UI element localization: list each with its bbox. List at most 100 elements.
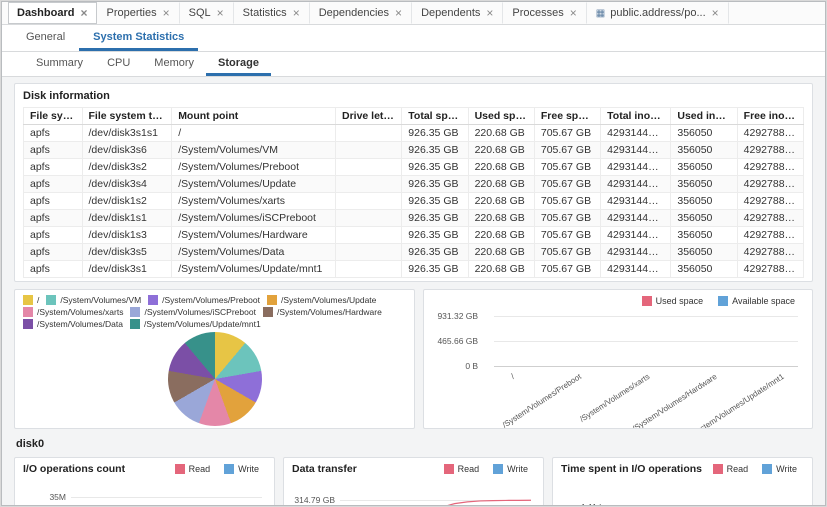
- table-cell: apfs: [24, 193, 83, 210]
- tab-label: SQL: [189, 7, 211, 19]
- table-body: apfs/dev/disk3s1s1/926.35 GB220.68 GB705…: [24, 125, 804, 278]
- chart-panel-i-o-operations-count: I/O operations countReadWrite35M30M: [14, 457, 275, 505]
- table-cell: 705.67 GB: [534, 244, 600, 261]
- legend-label: Read: [458, 464, 480, 474]
- table-cell: [335, 261, 401, 278]
- close-icon[interactable]: ×: [485, 7, 494, 19]
- disk-information-panel: Disk information File systemFile system …: [14, 83, 813, 282]
- sub-tab-summary[interactable]: Summary: [24, 52, 95, 76]
- legend-label: Read: [189, 464, 211, 474]
- table-cell: 705.67 GB: [534, 227, 600, 244]
- table-cell: 926.35 GB: [402, 142, 468, 159]
- tab-label: Processes: [512, 7, 563, 19]
- legend-label: /System/Volumes/iSCPreboot: [144, 307, 256, 317]
- sub-tab-memory[interactable]: Memory: [142, 52, 206, 76]
- table-cell: /dev/disk3s2: [82, 159, 172, 176]
- section-tab-system-statistics[interactable]: System Statistics: [79, 25, 198, 51]
- chart-title: Time spent in I/O operations: [561, 463, 702, 475]
- legend-swatch: [762, 464, 772, 474]
- close-icon[interactable]: ×: [711, 7, 720, 19]
- table-cell: 356050: [671, 227, 737, 244]
- x-axis-label: /System/Volumes/xarts: [578, 372, 651, 424]
- table-cell: 4293144338: [601, 159, 671, 176]
- legend-swatch: [444, 464, 454, 474]
- table-cell: 356050: [671, 176, 737, 193]
- legend-swatch: [713, 464, 723, 474]
- main-tab-dependencies[interactable]: Dependencies ×: [310, 2, 412, 24]
- close-icon[interactable]: ×: [292, 7, 301, 19]
- chart-header: Time spent in I/O operationsReadWrite: [561, 463, 804, 475]
- close-icon[interactable]: ×: [216, 7, 225, 19]
- legend-swatch: [493, 464, 503, 474]
- legend-label: /: [37, 295, 39, 305]
- line-series-canvas: [609, 485, 800, 505]
- chart-title: I/O operations count: [23, 463, 125, 475]
- legend-label: /System/Volumes/Hardware: [277, 307, 382, 317]
- main-tab-processes[interactable]: Processes ×: [503, 2, 586, 24]
- main-tab-properties[interactable]: Properties×: [97, 2, 179, 24]
- table-cell: 4293144338: [601, 193, 671, 210]
- main-tab-sql[interactable]: SQL ×: [180, 2, 234, 24]
- table-row: apfs/dev/disk3s5/System/Volumes/Data926.…: [24, 244, 804, 261]
- stacked-bar-chart: [494, 316, 798, 366]
- column-header-total-inodes: Total inodes: [601, 108, 671, 125]
- legend-swatch: [130, 319, 140, 329]
- chart-panel-data-transfer: Data transferReadWrite314.79 GB: [283, 457, 544, 505]
- close-icon[interactable]: ×: [162, 7, 171, 19]
- table-cell: 4292788288: [737, 210, 803, 227]
- table-cell: 705.67 GB: [534, 261, 600, 278]
- table-cell: 4293144338: [601, 176, 671, 193]
- table-cell: [335, 142, 401, 159]
- table-cell: /System/Volumes/VM: [172, 142, 336, 159]
- bar-x-axis: //System/Volumes/Preboot/System/Volumes/…: [494, 370, 798, 424]
- table-cell: 220.68 GB: [468, 142, 534, 159]
- main-tab-statistics[interactable]: Statistics×: [234, 2, 310, 24]
- y-axis-tick: 465.66 GB: [437, 336, 478, 346]
- legend-item-system-volumes-preboot: /System/Volumes/Preboot: [148, 295, 260, 305]
- close-icon[interactable]: ×: [79, 7, 88, 19]
- legend-item-item: /: [23, 295, 39, 305]
- chart-panel-time-spent-in-i-o-operations: Time spent in I/O operationsReadWrite1.1…: [552, 457, 813, 505]
- main-tab-public-address-po[interactable]: ▦public.address/po...×: [587, 2, 729, 24]
- legend-item-system-volumes-vm: /System/Volumes/VM: [46, 295, 141, 305]
- table-cell: /System/Volumes/xarts: [172, 193, 336, 210]
- table-row: apfs/dev/disk3s1/System/Volumes/Update/m…: [24, 261, 804, 278]
- main-tab-dependents[interactable]: Dependents×: [412, 2, 503, 24]
- column-header-mount-point: Mount point: [172, 108, 336, 125]
- table-cell: 705.67 GB: [534, 142, 600, 159]
- y-axis-tick: 931.32 GB: [437, 311, 478, 321]
- legend-item-used-space: Used space: [642, 296, 704, 306]
- bar-plot-area: [494, 316, 798, 366]
- sub-tab-storage[interactable]: Storage: [206, 52, 271, 76]
- main-tab-dashboard[interactable]: Dashboard ×: [8, 2, 97, 24]
- table-cell: 220.68 GB: [468, 159, 534, 176]
- y-axis-tick: 35M: [49, 492, 66, 502]
- tab-label: Dependencies: [319, 7, 389, 19]
- close-icon[interactable]: ×: [394, 7, 403, 19]
- table-cell: 4292788288: [737, 244, 803, 261]
- read-line: [340, 500, 531, 505]
- tab-label: Dashboard: [17, 7, 74, 19]
- disk-charts-row: / /System/Volumes/VM/System/Volumes/Prebo…: [14, 289, 813, 429]
- legend-item-system-volumes-hardware: /System/Volumes/Hardware: [263, 307, 382, 317]
- table-cell: [335, 193, 401, 210]
- legend-item-read: Read: [713, 464, 749, 474]
- table-cell: 356050: [671, 261, 737, 278]
- legend-swatch: [642, 296, 652, 306]
- sub-tab-cpu[interactable]: CPU: [95, 52, 142, 76]
- table-cell: 220.68 GB: [468, 193, 534, 210]
- table-cell: 705.67 GB: [534, 125, 600, 142]
- legend-label: Write: [238, 464, 259, 474]
- table-cell: /dev/disk1s1: [82, 210, 172, 227]
- line-series-canvas: [71, 485, 262, 505]
- table-cell: 4292788288: [737, 176, 803, 193]
- section-tab-bar: GeneralSystem Statistics: [2, 25, 825, 52]
- column-header-used-space: Used space: [468, 108, 534, 125]
- table-cell: 220.68 GB: [468, 261, 534, 278]
- bar-y-axis: 931.32 GB465.66 GB0 B: [424, 316, 486, 366]
- table-cell: [335, 176, 401, 193]
- section-tab-general[interactable]: General: [12, 25, 79, 51]
- table-cell: [335, 125, 401, 142]
- close-icon[interactable]: ×: [569, 7, 578, 19]
- legend-swatch: [224, 464, 234, 474]
